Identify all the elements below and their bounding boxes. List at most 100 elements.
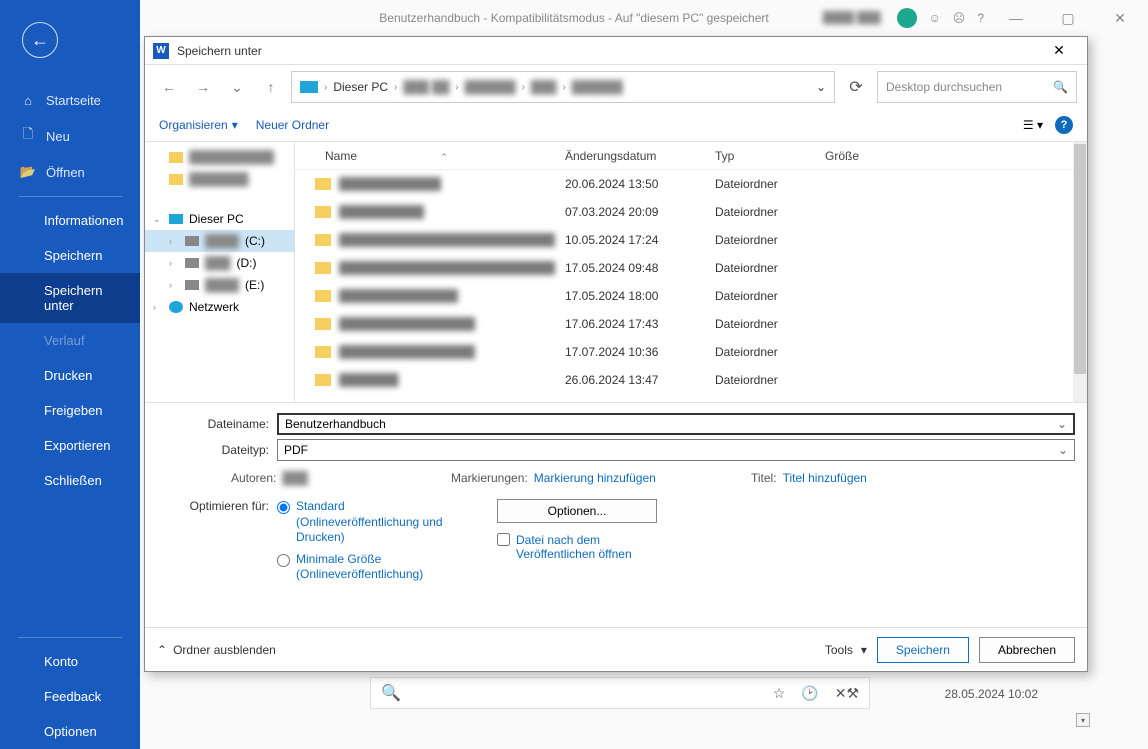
dropdown-icon[interactable]: ⌄ — [1057, 417, 1067, 431]
filetype-select[interactable]: PDF ⌄ — [277, 439, 1075, 461]
tree-drive-e[interactable]: ›████(E:) — [145, 274, 294, 296]
scrollbar-thumb[interactable] — [1074, 144, 1086, 374]
search-icon: 🔍 — [1053, 80, 1068, 94]
file-name: ███████ — [339, 373, 555, 387]
optimize-label: Optimieren für: — [157, 499, 277, 589]
list-row[interactable]: ████████████████17.07.2024 10:36Dateiord… — [295, 338, 1087, 366]
dialog-help-button[interactable]: ? — [1055, 116, 1073, 134]
scroll-down-button[interactable]: ▾ — [1076, 713, 1090, 727]
sidebar-item-speichern-unter[interactable]: Speichern unter — [0, 273, 140, 323]
list-row[interactable]: ████████████20.06.2024 13:50Dateiordner — [295, 170, 1087, 198]
add-title-link[interactable]: Titel hinzufügen — [783, 471, 867, 485]
nav-recent-button[interactable]: ⌄ — [223, 73, 251, 101]
tree-folder[interactable]: ███████ — [145, 168, 294, 190]
sidebar-item-freigeben[interactable]: Freigeben — [0, 393, 140, 428]
radio-input[interactable] — [277, 501, 290, 514]
sidebar-item-drucken[interactable]: Drucken — [0, 358, 140, 393]
breadcrumb-dropdown-icon[interactable]: ⌄ — [816, 80, 826, 94]
minimize-button[interactable]: — — [996, 3, 1036, 33]
expand-icon[interactable]: › — [169, 236, 179, 246]
close-dialog-button[interactable]: ✕ — [1039, 39, 1079, 63]
nav-up-button[interactable]: ↑ — [257, 73, 285, 101]
column-name[interactable]: Name ⌃ — [295, 149, 555, 163]
column-type[interactable]: Typ — [705, 149, 815, 163]
address-bar-row: ← → ⌄ ↑ › Dieser PC › ███ ██ › ██████ › … — [145, 65, 1087, 109]
sidebar-item-speichern[interactable]: Speichern — [0, 238, 140, 273]
search-input[interactable]: Desktop durchsuchen 🔍 — [877, 71, 1077, 103]
feedback-smile-icon[interactable]: ☺ — [929, 11, 941, 25]
tools-menu[interactable]: Tools ▾ — [825, 643, 867, 657]
list-row[interactable]: ██████████████████████████17.05.2024 09:… — [295, 254, 1087, 282]
cancel-button[interactable]: Abbrechen — [979, 637, 1075, 663]
tree-network[interactable]: ›Netzwerk — [145, 296, 294, 318]
folder-icon — [315, 178, 331, 190]
help-icon[interactable]: ? — [977, 11, 984, 25]
sidebar-item-startseite[interactable]: ⌂ Startseite — [0, 82, 140, 118]
authors-value[interactable]: ███ — [282, 471, 308, 485]
view-menu[interactable]: ☰ ▾ — [1023, 118, 1043, 132]
scrollbar-track[interactable] — [1073, 142, 1087, 402]
new-folder-button[interactable]: Neuer Ordner — [256, 118, 329, 132]
document-title: Benutzerhandbuch - Kompatibilitätsmodus … — [379, 11, 768, 25]
save-button[interactable]: Speichern — [877, 637, 969, 663]
refresh-button[interactable]: ⟳ — [841, 72, 871, 102]
status-search-icon[interactable]: 🔍 — [381, 683, 401, 703]
dropdown-icon[interactable]: ⌄ — [1058, 443, 1068, 457]
back-button[interactable]: ← — [22, 22, 58, 58]
sidebar-item-schliessen[interactable]: Schließen — [0, 463, 140, 498]
nav-forward-button[interactable]: → — [189, 73, 217, 101]
sidebar-item-oeffnen[interactable]: 📂 Öffnen — [0, 154, 140, 190]
maximize-button[interactable]: ▢ — [1048, 3, 1088, 33]
add-tag-link[interactable]: Markierung hinzufügen — [534, 471, 656, 485]
column-size[interactable]: Größe — [815, 149, 895, 163]
sidebar-item-feedback[interactable]: Feedback — [0, 679, 140, 714]
sidebar-item-informationen[interactable]: Informationen — [0, 203, 140, 238]
expand-icon[interactable]: › — [169, 280, 179, 290]
column-date[interactable]: Änderungsdatum — [555, 149, 705, 163]
close-window-button[interactable]: ✕ — [1100, 3, 1140, 33]
expand-icon[interactable]: › — [169, 258, 179, 268]
list-row[interactable]: ████████████████17.06.2024 17:43Dateiord… — [295, 310, 1087, 338]
tree-drive-c[interactable]: ›████(C:) — [145, 230, 294, 252]
expand-icon[interactable]: ⌄ — [153, 214, 163, 225]
sidebar-item-exportieren[interactable]: Exportieren — [0, 428, 140, 463]
list-row[interactable]: ██████████07.03.2024 20:09Dateiordner — [295, 198, 1087, 226]
expand-icon[interactable]: › — [153, 302, 163, 312]
breadcrumb-item[interactable]: ███ ██ — [403, 80, 449, 94]
tools-icon[interactable]: ✕⚒ — [835, 685, 859, 702]
list-row[interactable]: ███████26.06.2024 13:47Dateiordner — [295, 366, 1087, 394]
optimize-minimal-radio[interactable]: Minimale Größe (Onlineveröffentlichung) — [277, 552, 457, 583]
user-avatar[interactable] — [897, 8, 917, 28]
checkbox-input[interactable] — [497, 533, 510, 546]
breadcrumb[interactable]: › Dieser PC › ███ ██ › ██████ › ███ › ██… — [291, 71, 835, 103]
breadcrumb-item[interactable]: ██████ — [465, 80, 516, 94]
history-icon[interactable]: 🕑 — [801, 685, 818, 702]
filename-input[interactable]: Benutzerhandbuch ⌄ — [277, 413, 1075, 435]
sort-indicator-icon: ⌃ — [440, 152, 448, 162]
tree-drive-d[interactable]: ›███(D:) — [145, 252, 294, 274]
open-after-publish-checkbox[interactable]: Datei nach dem Veröffentlichen öffnen — [497, 533, 657, 561]
save-form: Dateiname: Benutzerhandbuch ⌄ Dateityp: … — [145, 403, 1087, 589]
radio-input[interactable] — [277, 554, 290, 567]
breadcrumb-item[interactable]: ███ — [531, 80, 557, 94]
tree-this-pc[interactable]: ⌄Dieser PC — [145, 208, 294, 230]
list-row[interactable]: ██████████████17.05.2024 18:00Dateiordne… — [295, 282, 1087, 310]
options-button[interactable]: Optionen... — [497, 499, 657, 523]
hide-folders-button[interactable]: ⌃ Ordner ausblenden — [157, 643, 276, 657]
organize-menu[interactable]: Organisieren ▾ — [159, 118, 238, 132]
breadcrumb-item[interactable]: ██████ — [572, 80, 623, 94]
back-arrow-icon: ← — [31, 30, 49, 51]
sidebar-item-verlauf: Verlauf — [0, 323, 140, 358]
optimize-standard-radio[interactable]: Standard (Onlineveröffentlichung und Dru… — [277, 499, 457, 546]
sidebar-item-konto[interactable]: Konto — [0, 644, 140, 679]
breadcrumb-pc[interactable]: Dieser PC — [333, 80, 388, 94]
nav-back-button[interactable]: ← — [155, 73, 183, 101]
sidebar-item-neu[interactable]: 🗋 Neu — [0, 118, 140, 154]
sidebar-item-optionen[interactable]: Optionen — [0, 714, 140, 749]
list-row[interactable]: ███████████████████████████10.05.2024 17… — [295, 226, 1087, 254]
tree-folder[interactable]: ██████████ — [145, 146, 294, 168]
sidebar-item-label: Startseite — [46, 93, 101, 108]
list-view-icon: ☰ — [1023, 118, 1034, 132]
favorite-icon[interactable]: ☆ — [773, 685, 786, 702]
feedback-frown-icon[interactable]: ☹ — [953, 11, 966, 25]
